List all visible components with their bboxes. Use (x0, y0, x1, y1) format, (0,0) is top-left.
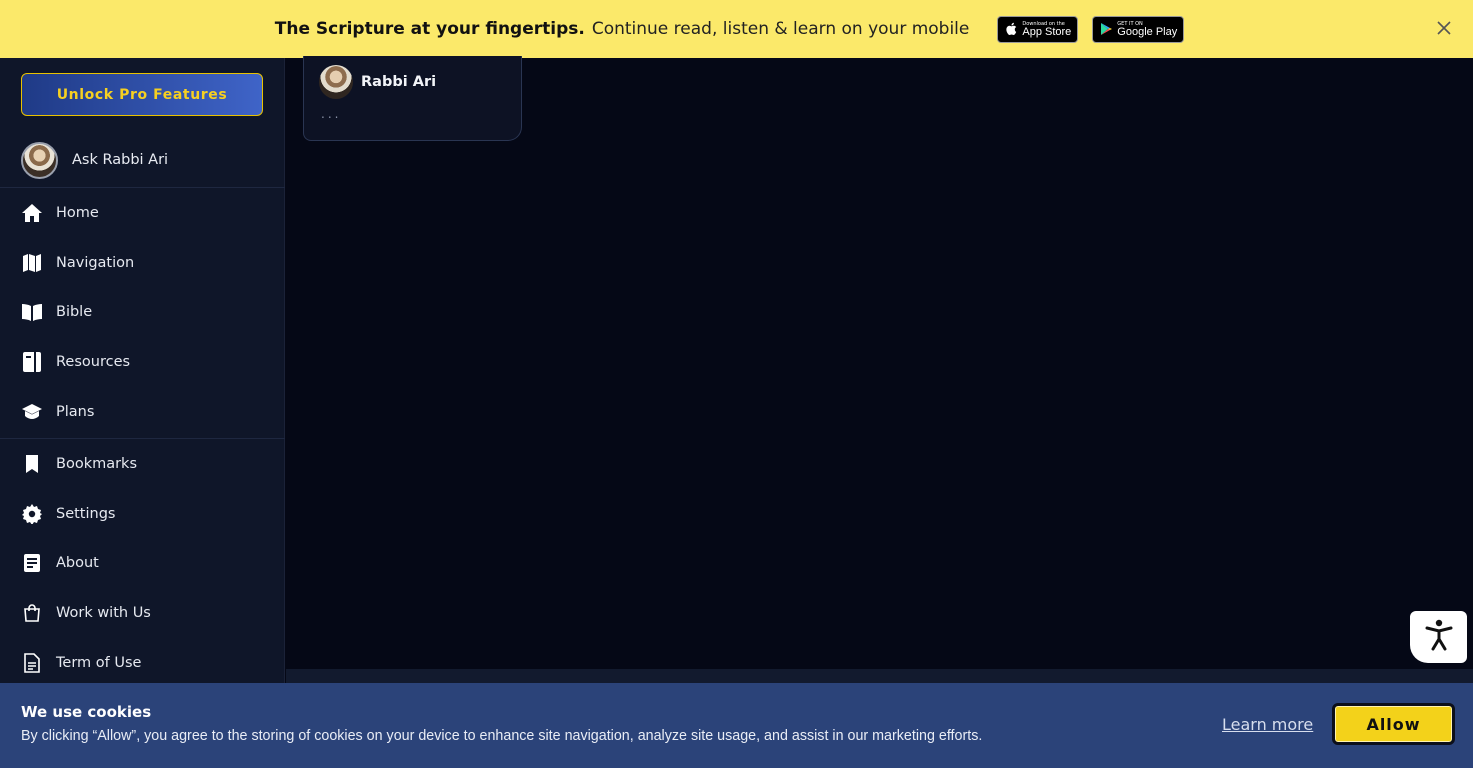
promo-subtext: Continue read, listen & learn on your mo… (591, 19, 970, 39)
cookie-text: By clicking “Allow”, you agree to the st… (21, 728, 983, 744)
sidebar-item-label: Term of Use (56, 655, 142, 672)
sidebar-item-label: Resources (56, 354, 131, 371)
sidebar-item-bible[interactable]: Bible (0, 288, 285, 338)
secondary-nav: Bookmarks Settings About Work with Us Te… (0, 438, 285, 688)
app-store-text: Download on the App Store (1022, 21, 1071, 38)
app-store-big: App Store (1022, 25, 1072, 38)
map-icon (21, 252, 43, 274)
message-header: Rabbi Ari (319, 65, 436, 99)
sender-name: Rabbi Ari (361, 74, 437, 90)
home-icon (21, 202, 43, 224)
learn-more-link[interactable]: Learn more (1222, 715, 1313, 734)
document-icon (21, 552, 43, 574)
sidebar-item-label: Bible (56, 304, 93, 321)
accessibility-icon (1425, 619, 1453, 655)
chat-area: Rabbi Ari ... (286, 56, 1473, 669)
sidebar-item-about[interactable]: About (0, 539, 285, 589)
promo-content: The Scripture at your fingertips. Contin… (274, 15, 1198, 43)
google-play-big: Google Play (1117, 25, 1178, 38)
sidebar: Unlock Pro Features Ask Rabbi Ari Home N… (0, 58, 285, 683)
sidebar-item-resources[interactable]: Resources (0, 337, 285, 387)
typing-indicator: ... (321, 107, 342, 121)
gear-icon (21, 503, 43, 525)
sidebar-item-bookmarks[interactable]: Bookmarks (0, 439, 285, 489)
sidebar-item-label: Bookmarks (56, 455, 138, 472)
sidebar-item-label: About (56, 555, 99, 572)
sidebar-item-label: Settings (56, 505, 116, 522)
sidebar-item-navigation[interactable]: Navigation (0, 238, 285, 288)
accessibility-button[interactable] (1410, 611, 1467, 663)
google-play-text: GET IT ON Google Play (1117, 21, 1177, 38)
play-icon (1099, 22, 1113, 36)
unlock-pro-button[interactable]: Unlock Pro Features (21, 73, 263, 116)
graduation-cap-icon (21, 401, 43, 423)
sidebar-item-label: Navigation (56, 254, 135, 271)
sidebar-item-label: Home (56, 204, 99, 221)
cookie-banner: We use cookies By clicking “Allow”, you … (0, 683, 1473, 768)
promo-banner: The Scripture at your fingertips. Contin… (0, 0, 1473, 58)
shopping-bag-icon (21, 602, 43, 624)
sidebar-item-settings[interactable]: Settings (0, 489, 285, 539)
avatar (21, 141, 58, 179)
resources-icon (21, 351, 43, 373)
close-icon[interactable] (1435, 19, 1453, 37)
ask-rabbi-label: Ask Rabbi Ari (72, 152, 169, 168)
allow-button[interactable]: Allow (1332, 703, 1455, 745)
bookmark-icon (21, 453, 43, 475)
avatar (319, 65, 353, 99)
sidebar-item-home[interactable]: Home (0, 188, 285, 238)
promo-headline: The Scripture at your fingertips. (274, 19, 585, 39)
cookie-title: We use cookies (21, 703, 152, 721)
sidebar-item-work[interactable]: Work with Us (0, 588, 285, 638)
app-store-button[interactable]: Download on the App Store (997, 15, 1079, 43)
file-text-icon (21, 652, 43, 674)
sidebar-item-label: Plans (56, 404, 95, 421)
sidebar-item-terms[interactable]: Term of Use (0, 638, 285, 688)
input-bar (286, 669, 1473, 683)
sidebar-item-label: Work with Us (56, 605, 151, 622)
primary-nav: Home Navigation Bible Resources Plans (0, 188, 285, 437)
message-bubble: Rabbi Ari ... (303, 56, 522, 141)
sidebar-item-plans[interactable]: Plans (0, 387, 285, 437)
book-open-icon (21, 301, 43, 323)
ask-rabbi-row[interactable]: Ask Rabbi Ari (0, 133, 285, 188)
apple-icon (1004, 22, 1018, 36)
google-play-button[interactable]: GET IT ON Google Play (1092, 15, 1185, 43)
